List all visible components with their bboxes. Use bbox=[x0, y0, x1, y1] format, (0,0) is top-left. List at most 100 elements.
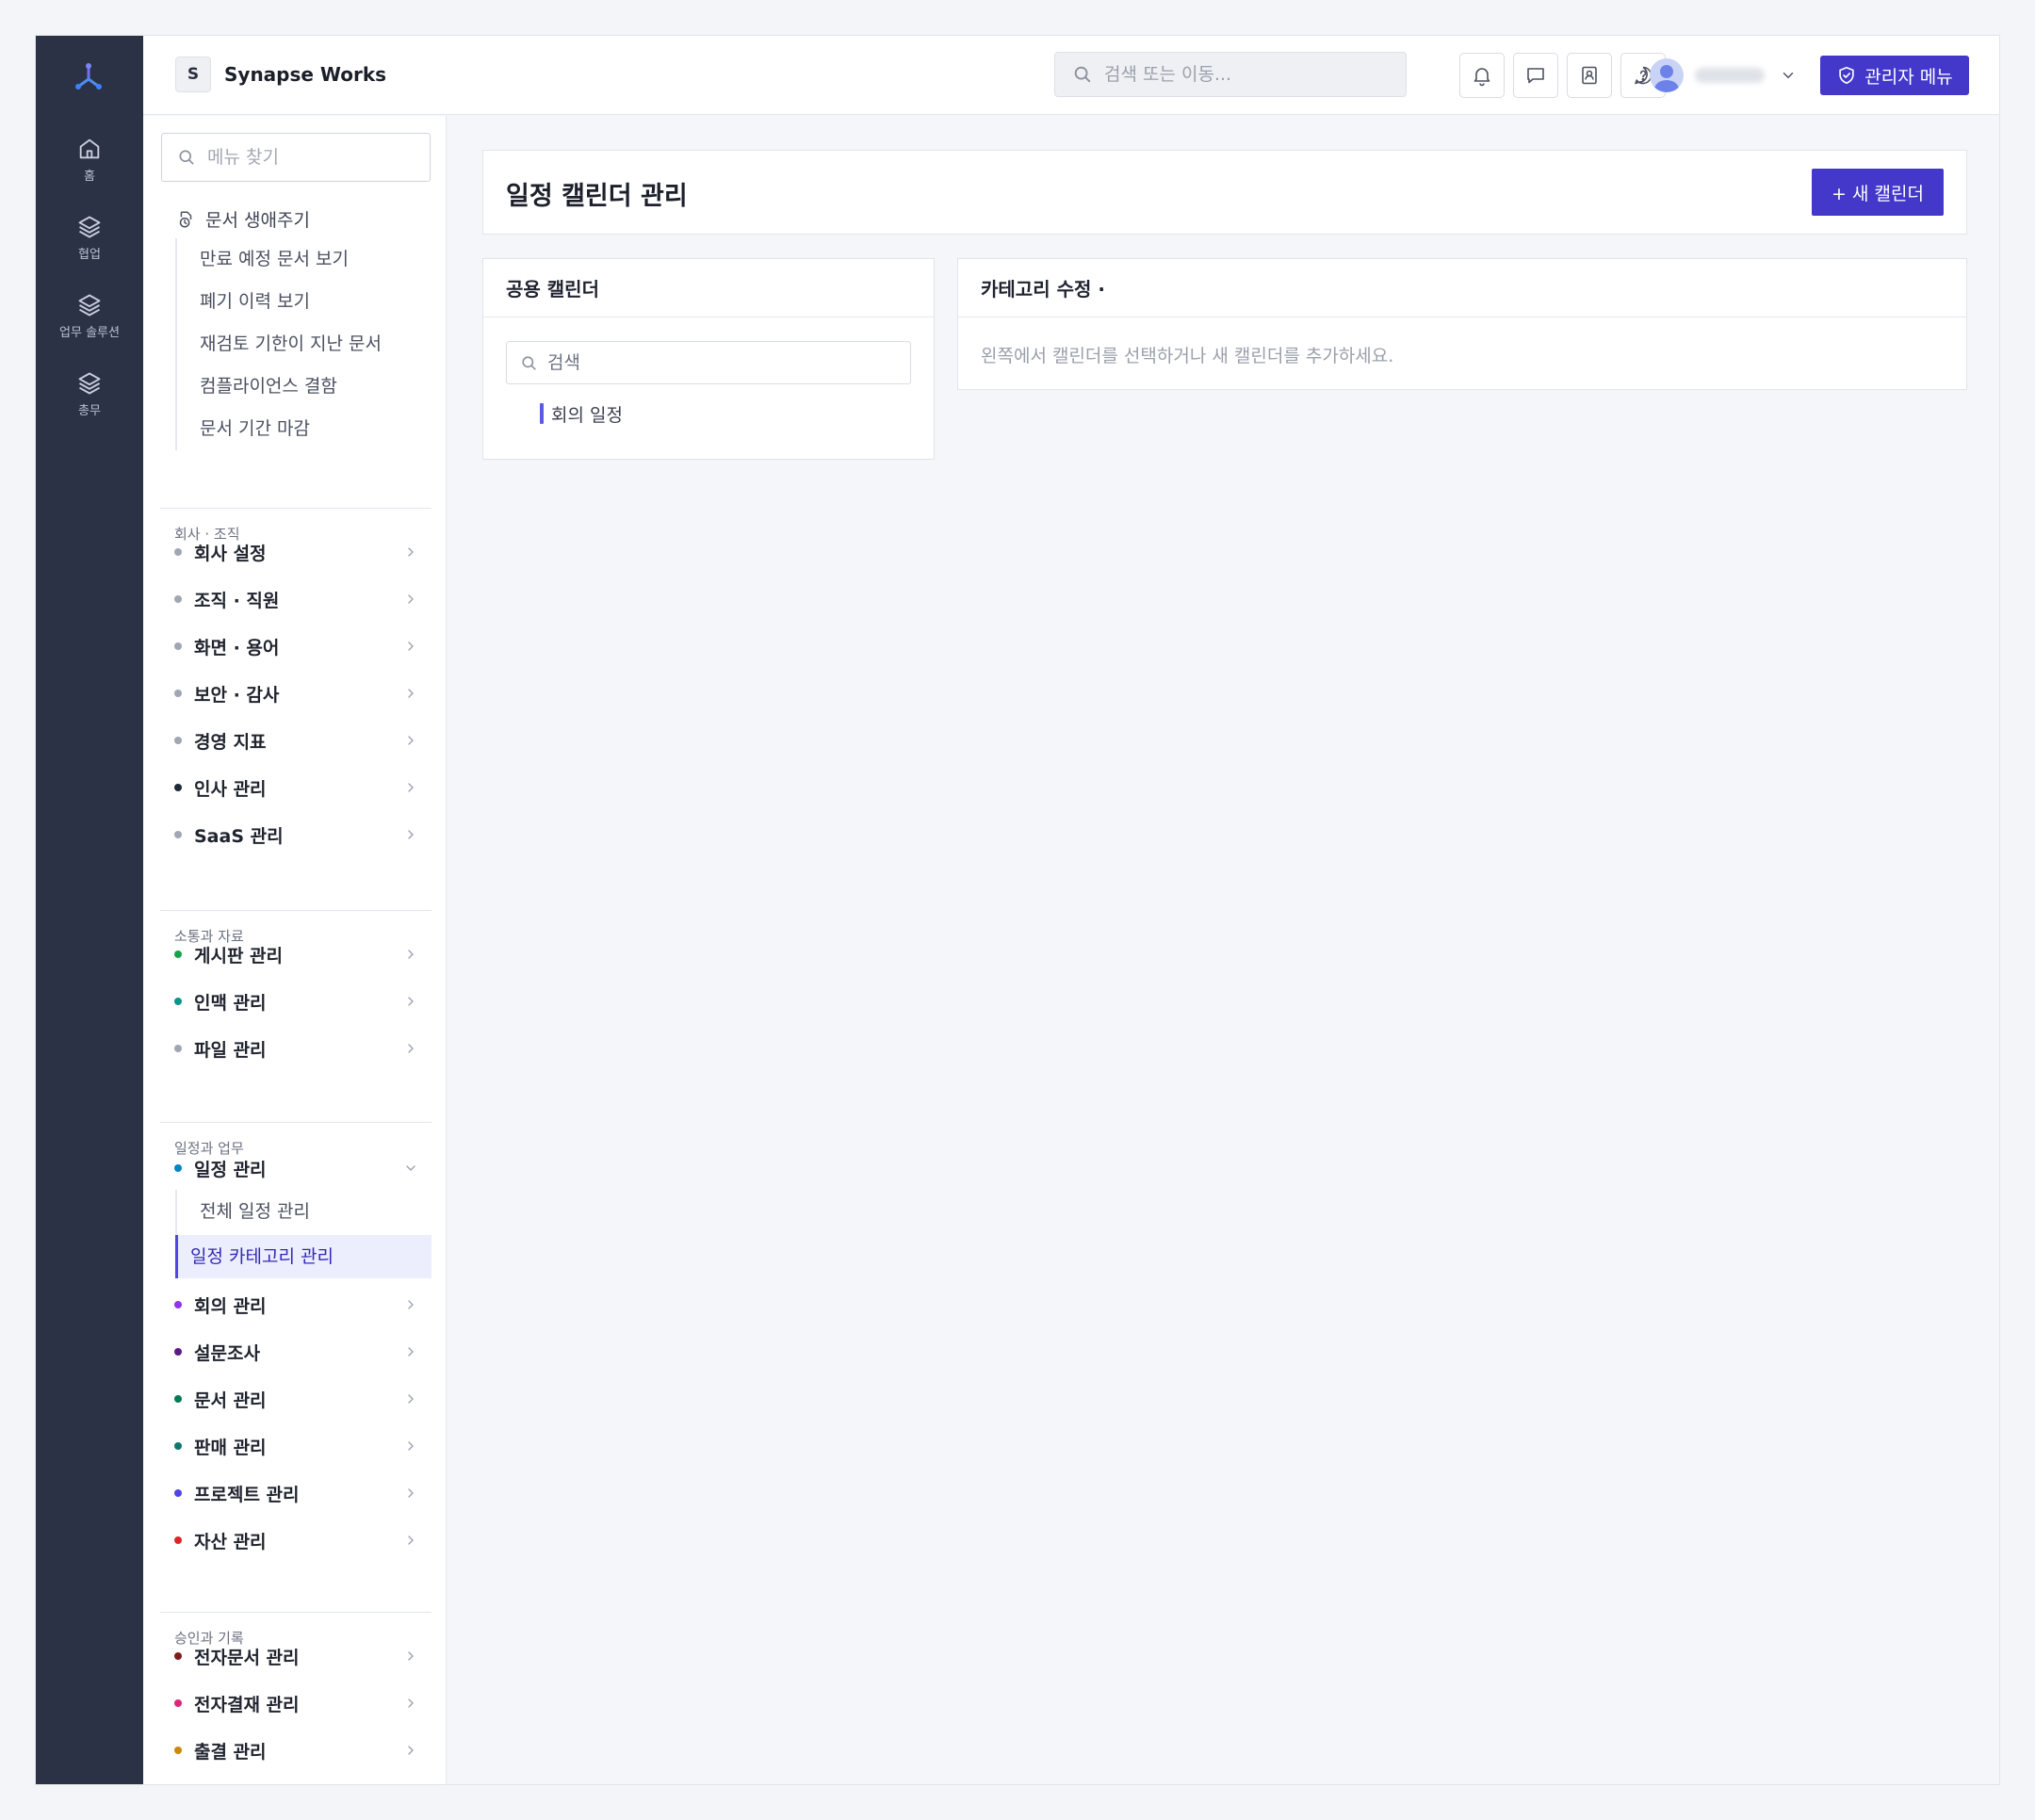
contacts-button[interactable] bbox=[1567, 53, 1612, 98]
chevron-right-icon bbox=[408, 1347, 414, 1357]
status-dot bbox=[174, 595, 182, 603]
app-rail: 홈 협업 업무 솔루션 총무 bbox=[36, 36, 143, 1784]
rail-item-general-affairs[interactable]: 총무 bbox=[36, 370, 143, 436]
global-search[interactable] bbox=[1054, 52, 1407, 97]
new-calendar-button[interactable]: + 새 캘린더 bbox=[1812, 169, 1944, 216]
chevron-right-icon bbox=[408, 1300, 414, 1309]
chevron-right-icon bbox=[408, 547, 414, 557]
sidebar-nav-label: 전자문서 관리 bbox=[194, 1647, 300, 1668]
chevron-right-icon bbox=[408, 1698, 414, 1708]
status-dot bbox=[174, 831, 182, 838]
status-dot bbox=[174, 1442, 182, 1450]
sidebar-nav-item[interactable]: 인맥 관리 bbox=[160, 978, 431, 1025]
chevron-right-icon bbox=[408, 950, 414, 959]
menu-search[interactable] bbox=[161, 133, 431, 182]
app-logo-icon[interactable] bbox=[70, 58, 107, 96]
messages-button[interactable] bbox=[1513, 53, 1558, 98]
sidebar-nav-item[interactable]: 게시판 관리 bbox=[160, 931, 431, 978]
status-dot bbox=[174, 784, 182, 791]
submenu-all-schedules[interactable]: 전체 일정 관리 bbox=[177, 1190, 431, 1233]
page-title: 일정 캘린더 관리 bbox=[506, 182, 688, 211]
top-header: S Synapse Works 검색 또는 이동... 관리자 메뉴 bbox=[143, 36, 1999, 115]
chevron-right-icon bbox=[408, 997, 414, 1006]
empty-state-message: 왼쪽에서 캘린더를 선택하거나 새 캘린더를 추가하세요. bbox=[981, 346, 1394, 366]
submenu-compliance-defects[interactable]: 컴플라이언스 결함 bbox=[177, 366, 430, 408]
bell-icon bbox=[1473, 68, 1490, 87]
sidebar-nav-item[interactable]: 회의 관리 bbox=[160, 1281, 431, 1328]
chevron-right-icon bbox=[408, 1394, 414, 1404]
user-menu[interactable] bbox=[1650, 57, 1797, 94]
rail-item-collab[interactable]: 협업 bbox=[36, 214, 143, 280]
submenu-retention-deadline[interactable]: 문서 기간 마감 bbox=[177, 408, 430, 450]
sidebar-nav-label: 프로젝트 관리 bbox=[194, 1484, 300, 1505]
sidebar-nav-item[interactable]: 조직 · 직원 bbox=[160, 576, 431, 623]
status-dot bbox=[174, 1489, 182, 1497]
calendar-list-item[interactable]: 회의 일정 bbox=[540, 401, 623, 426]
chevron-right-icon bbox=[408, 783, 414, 792]
sidebar-nav-item[interactable]: 일정 관리 bbox=[160, 1145, 431, 1192]
chevron-right-icon bbox=[408, 736, 414, 745]
sidebar-nav-item[interactable]: 프로젝트 관리 bbox=[160, 1470, 431, 1517]
sidebar-nav-item[interactable]: SaaS 관리 bbox=[160, 811, 431, 858]
sidebar-nav-item[interactable]: 전자결재 관리 bbox=[160, 1680, 431, 1727]
admin-menu-button[interactable]: 관리자 메뉴 bbox=[1820, 56, 1969, 95]
submenu-disposal-history[interactable]: 폐기 이력 보기 bbox=[177, 281, 430, 323]
sidebar-nav-label: 전자결재 관리 bbox=[194, 1694, 300, 1715]
sidebar-nav-item[interactable]: 전자문서 관리 bbox=[160, 1633, 431, 1680]
sidebar-nav-item[interactable]: 판매 관리 bbox=[160, 1422, 431, 1470]
sidebar-nav-label: 출결 관리 bbox=[194, 1741, 267, 1763]
rail-label-collab: 협업 bbox=[78, 248, 101, 262]
sidebar-nav-item[interactable]: 회사 설정 bbox=[160, 528, 431, 576]
admin-sidebar: 문서 생애주기 만료 예정 문서 보기 폐기 이력 보기 재검토 기한이 지난 … bbox=[143, 116, 447, 1784]
calendar-search-input[interactable] bbox=[547, 352, 905, 373]
brand-mark: S bbox=[175, 57, 211, 92]
brand[interactable]: S Synapse Works bbox=[175, 57, 386, 92]
submenu-schedule-categories[interactable]: 일정 카테고리 관리 bbox=[175, 1235, 431, 1278]
sidebar-nav-item[interactable]: 화면 · 용어 bbox=[160, 623, 431, 670]
chevron-down-icon bbox=[1783, 73, 1794, 79]
sidebar-nav-label: 회의 관리 bbox=[194, 1295, 267, 1317]
submenu-expiring-docs[interactable]: 만료 예정 문서 보기 bbox=[177, 238, 430, 281]
chevron-right-icon bbox=[408, 830, 414, 839]
sidebar-nav-item[interactable]: 설문조사 bbox=[160, 1328, 431, 1375]
sidebar-nav-label: 설문조사 bbox=[194, 1342, 260, 1364]
document-lifecycle-header[interactable]: 문서 생애주기 bbox=[175, 206, 310, 232]
app-window: 홈 협업 업무 솔루션 총무 S Synapse Works 검색 또는 이동.… bbox=[35, 35, 2000, 1785]
chevron-right-icon bbox=[408, 1651, 414, 1661]
page-header-card: 일정 캘린더 관리 + 새 캘린더 bbox=[482, 150, 1967, 235]
sidebar-nav-item[interactable]: 자산 관리 bbox=[160, 1517, 431, 1564]
chevron-right-icon bbox=[408, 594, 414, 604]
chevron-down-icon bbox=[406, 1165, 415, 1171]
document-lifecycle-label: 문서 생애주기 bbox=[205, 210, 310, 231]
brand-name: Synapse Works bbox=[224, 63, 387, 86]
layers-icon bbox=[78, 216, 101, 238]
rail-item-home[interactable]: 홈 bbox=[36, 136, 143, 202]
sidebar-nav-label: 보안 · 감사 bbox=[194, 684, 280, 706]
status-dot bbox=[174, 737, 182, 744]
sidebar-nav-item[interactable]: 인사 관리 bbox=[160, 764, 431, 811]
sidebar-nav-item[interactable]: 보안 · 감사 bbox=[160, 670, 431, 717]
sidebar-nav-item[interactable]: 파일 관리 bbox=[160, 1025, 431, 1072]
status-dot bbox=[174, 1536, 182, 1544]
calendar-search[interactable] bbox=[506, 341, 911, 384]
chevron-right-icon bbox=[408, 1044, 414, 1053]
status-dot bbox=[174, 548, 182, 556]
chevron-right-icon bbox=[408, 1441, 414, 1451]
rail-item-solutions[interactable]: 업무 솔루션 bbox=[36, 292, 143, 358]
sidebar-nav-item[interactable]: 문서 관리 bbox=[160, 1375, 431, 1422]
status-dot bbox=[174, 1164, 182, 1172]
sidebar-nav-label: 문서 관리 bbox=[194, 1389, 267, 1411]
sidebar-nav-label: 회사 설정 bbox=[194, 543, 267, 564]
sidebar-nav-item[interactable]: 출결 관리 bbox=[160, 1727, 431, 1774]
notifications-button[interactable] bbox=[1459, 53, 1505, 98]
panel-title: 공용 캘린더 bbox=[483, 259, 934, 317]
menu-search-input[interactable] bbox=[207, 147, 424, 168]
submenu-overdue-review[interactable]: 재검토 기한이 지난 문서 bbox=[177, 323, 430, 366]
status-dot bbox=[174, 998, 182, 1005]
chevron-right-icon bbox=[408, 1536, 414, 1545]
global-search-input[interactable] bbox=[1104, 64, 1387, 85]
status-dot bbox=[174, 1301, 182, 1308]
sidebar-nav-item[interactable]: 경영 지표 bbox=[160, 717, 431, 764]
admin-menu-label: 관리자 메뉴 bbox=[1864, 66, 1953, 88]
status-dot bbox=[174, 1652, 182, 1660]
